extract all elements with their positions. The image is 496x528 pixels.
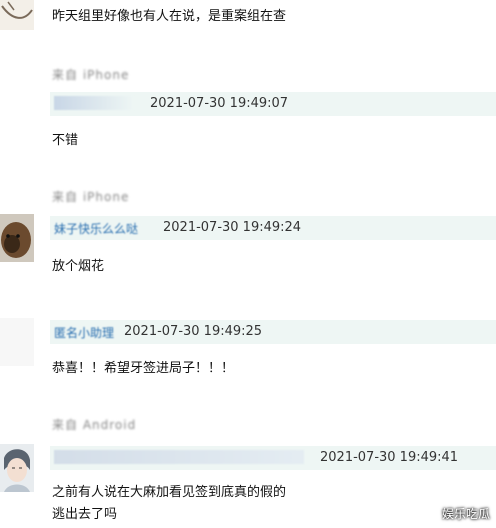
comment-time: 2021-07-30 19:49:25 bbox=[124, 324, 263, 339]
username-link[interactable]: 妹子快乐么么哒 bbox=[54, 220, 138, 237]
avatar[interactable] bbox=[0, 0, 34, 30]
comment-time: 2021-07-30 19:49:24 bbox=[163, 220, 302, 235]
comment-meta-bar: 妹子快乐么么哒 2021-07-30 19:49:24 bbox=[50, 216, 496, 240]
watermark: 娱乐吃瓜 bbox=[441, 507, 490, 521]
avatar[interactable] bbox=[0, 214, 34, 262]
comment-text: 恭喜！！希望牙签进局子！！！ bbox=[52, 361, 235, 376]
comment-time: 2021-07-30 19:49:41 bbox=[320, 450, 459, 465]
comment-source: 来自 iPhone bbox=[52, 190, 130, 204]
avatar[interactable] bbox=[0, 444, 34, 492]
comment-source: 来自 iPhone bbox=[52, 68, 130, 82]
comment-meta-bar: 2021-07-30 19:49:41 bbox=[50, 446, 496, 470]
comment-source: 来自 Android bbox=[52, 418, 137, 432]
comment-text: 不错 bbox=[52, 133, 79, 148]
comment-meta-bar: 匿名小助理 2021-07-30 19:49:25 bbox=[50, 320, 496, 344]
username-link[interactable]: 匿名小助理 bbox=[54, 324, 114, 341]
comment-time: 2021-07-30 19:49:07 bbox=[150, 96, 289, 111]
avatar[interactable] bbox=[0, 318, 34, 366]
comment-text: 昨天组里好像也有人在说，是重案组在查 bbox=[52, 9, 287, 24]
comment-meta-bar: 2021-07-30 19:49:07 bbox=[50, 92, 496, 116]
comment-text: 放个烟花 bbox=[52, 259, 105, 274]
username-link[interactable] bbox=[54, 450, 304, 464]
username-link[interactable] bbox=[54, 96, 134, 110]
comment-text: 之前有人说在大麻加看见签到底真的假的 逃出去了吗 bbox=[52, 485, 287, 522]
